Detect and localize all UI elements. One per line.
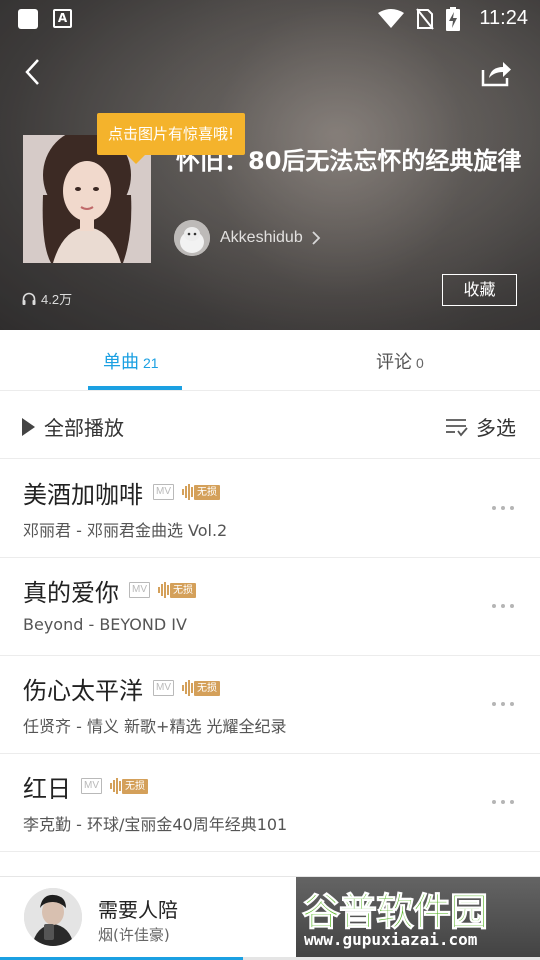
lossless-label: 无损 <box>170 582 196 598</box>
headphones-icon <box>22 292 36 305</box>
lossless-badge: 无损 <box>110 778 148 794</box>
creator-name: Akkeshidub <box>220 229 303 246</box>
multi-select-label: 多选 <box>476 416 516 440</box>
song-artist-album: 任贤齐 - 情义 新歌+精选 光耀全纪录 <box>23 717 287 736</box>
song-title: 真的爱你 <box>23 578 119 607</box>
status-bar: A 11:24 <box>0 0 540 38</box>
battery-charging-icon <box>446 7 460 31</box>
song-row[interactable]: 美酒加咖啡 MV 无损 邓丽君 - 邓丽君金曲选 Vol.2 <box>0 460 540 558</box>
song-row[interactable]: 真的爱你 MV 无损 Beyond - BEYOND IV <box>0 558 540 656</box>
now-playing-title: 需要人陪 <box>98 898 178 922</box>
lossless-badge: 无损 <box>182 680 220 696</box>
back-arrow-icon[interactable] <box>18 56 50 88</box>
tab-comments-label: 评论 <box>376 352 412 373</box>
playlist-header: A 11:24 点击图片有惊喜哦! 怀旧：80后无法忘怀的经典旋律 Akkesh… <box>0 0 540 330</box>
play-all-button[interactable]: 全部播放 <box>22 412 124 441</box>
cover-tooltip[interactable]: 点击图片有惊喜哦! <box>97 113 246 164</box>
mv-badge[interactable]: MV <box>153 680 174 696</box>
mv-badge[interactable]: MV <box>81 778 102 794</box>
lossless-label: 无损 <box>122 778 148 794</box>
song-row[interactable]: 伤心太平洋 MV 无损 任贤齐 - 情义 新歌+精选 光耀全纪录 <box>0 656 540 754</box>
mv-badge[interactable]: MV <box>129 582 150 598</box>
lossless-badge: 无损 <box>182 484 220 500</box>
sound-wave-icon <box>182 680 193 696</box>
song-row[interactable]: 红日 MV 无损 李克勤 - 环球/宝丽金40周年经典101 <box>0 754 540 852</box>
square-notification-icon <box>18 9 38 29</box>
site-watermark: 谷普软件园 www.gupuxiazai.com <box>296 877 540 957</box>
multi-select-list-icon <box>446 418 468 436</box>
more-options-icon[interactable] <box>492 604 514 608</box>
tab-songs-count: 21 <box>143 355 159 371</box>
tab-comments[interactable]: 评论 0 <box>376 348 424 374</box>
song-title: 伤心太平洋 <box>23 676 143 705</box>
tab-comments-count: 0 <box>416 355 424 371</box>
play-count: 4.2万 <box>22 289 72 308</box>
song-artist-album: 李克勤 - 环球/宝丽金40周年经典101 <box>23 815 288 834</box>
mv-badge[interactable]: MV <box>153 484 174 500</box>
status-time: 11:24 <box>479 7 528 29</box>
chevron-right-icon <box>312 231 320 245</box>
multi-select-button[interactable]: 多选 <box>446 412 516 441</box>
play-all-label: 全部播放 <box>44 416 124 440</box>
lossless-label: 无损 <box>194 484 220 500</box>
song-artist-album: Beyond - BEYOND IV <box>23 615 187 634</box>
a-notification-icon: A <box>53 9 72 28</box>
tab-songs-label: 单曲 <box>103 352 139 373</box>
play-count-value: 4.2万 <box>41 292 73 307</box>
sound-wave-icon <box>110 778 121 794</box>
creator-avatar <box>174 220 210 256</box>
more-options-icon[interactable] <box>492 506 514 510</box>
tab-bar: 单曲 21 评论 0 <box>0 330 540 391</box>
creator-link[interactable]: Akkeshidub <box>174 220 321 256</box>
collect-button[interactable]: 收藏 <box>442 274 517 306</box>
more-options-icon[interactable] <box>492 800 514 804</box>
no-sim-icon <box>416 8 434 30</box>
sound-wave-icon <box>158 582 169 598</box>
sound-wave-icon <box>182 484 193 500</box>
play-icon <box>22 417 35 436</box>
active-tab-indicator <box>88 386 182 390</box>
tab-songs[interactable]: 单曲 21 <box>103 348 159 374</box>
song-list: 美酒加咖啡 MV 无损 邓丽君 - 邓丽君金曲选 Vol.2 真的爱你 MV 无… <box>0 460 540 852</box>
watermark-url: www.gupuxiazai.com <box>304 930 478 949</box>
song-list-toolbar: 全部播放 多选 <box>0 391 540 459</box>
song-title: 美酒加咖啡 <box>23 480 143 509</box>
share-icon[interactable] <box>480 58 512 88</box>
watermark-text: 谷普软件园 <box>301 890 488 935</box>
song-title: 红日 <box>23 774 71 803</box>
more-options-icon[interactable] <box>492 702 514 706</box>
wifi-icon <box>378 9 404 28</box>
lossless-badge: 无损 <box>158 582 196 598</box>
now-playing-artist: 烟(许佳豪) <box>98 926 170 944</box>
song-artist-album: 邓丽君 - 邓丽君金曲选 Vol.2 <box>23 521 228 540</box>
now-playing-artwork[interactable] <box>24 888 82 946</box>
lossless-label: 无损 <box>194 680 220 696</box>
